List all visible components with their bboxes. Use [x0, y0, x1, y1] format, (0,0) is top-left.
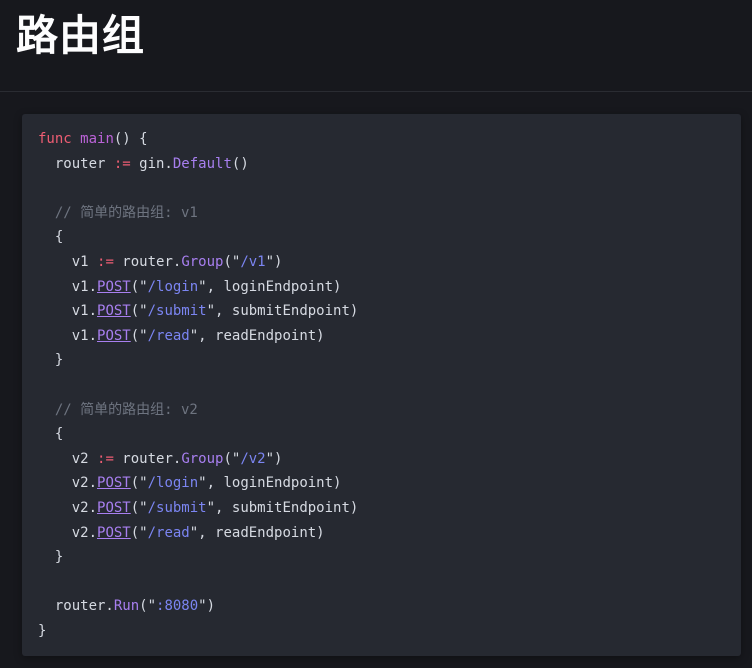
code-line: v1 := router.Group("/v1") [38, 250, 725, 275]
code-token: (" [139, 598, 156, 614]
code-line: } [38, 545, 725, 570]
code-token [38, 402, 55, 418]
code-block: func main() { router := gin.Default() //… [22, 114, 741, 656]
code-line: v1.POST("/read", readEndpoint) [38, 324, 725, 349]
docs-page: 路由组 func main() { router := gin.Default(… [0, 10, 752, 668]
code-token: router. [114, 254, 181, 270]
code-line: router := gin.Default() [38, 152, 725, 177]
code-token: := [97, 451, 114, 467]
code-token: (" [223, 254, 240, 270]
code-token: ") [266, 254, 283, 270]
code-token: { [38, 426, 63, 442]
code-token: POST [97, 279, 131, 295]
code-token: (" [131, 328, 148, 344]
code-token: v1. [38, 279, 97, 295]
code-token: v1. [38, 328, 97, 344]
code-token: router. [114, 451, 181, 467]
code-token: POST [97, 303, 131, 319]
code-token: /login [148, 475, 199, 491]
code-token: /submit [148, 303, 207, 319]
code-line: // 简单的路由组: v2 [38, 398, 725, 423]
code-token: ", submitEndpoint) [207, 500, 359, 516]
code-token: POST [97, 475, 131, 491]
code-token [72, 131, 80, 147]
code-token: v1. [38, 303, 97, 319]
code-token: gin. [131, 156, 173, 172]
code-token: POST [97, 525, 131, 541]
code-line: { [38, 422, 725, 447]
code-line: { [38, 225, 725, 250]
code-token: /v1 [240, 254, 265, 270]
code-token: } [38, 352, 63, 368]
code-line [38, 570, 725, 595]
page-title: 路由组 [16, 10, 736, 62]
code-line: v1.POST("/submit", submitEndpoint) [38, 299, 725, 324]
code-token: /read [148, 328, 190, 344]
code-token: main [80, 131, 114, 147]
code-token: ", loginEndpoint) [198, 475, 341, 491]
code-token: ", readEndpoint) [190, 328, 325, 344]
code-token: /login [148, 279, 199, 295]
section-divider [0, 91, 752, 92]
code-line: } [38, 348, 725, 373]
code-token: := [114, 156, 131, 172]
code-token: () { [114, 131, 148, 147]
code-token: (" [131, 475, 148, 491]
code-token: ", readEndpoint) [190, 525, 325, 541]
code-token: Run [114, 598, 139, 614]
code-line: func main() { [38, 127, 725, 152]
code-token: ", loginEndpoint) [198, 279, 341, 295]
code-line: v2 := router.Group("/v2") [38, 447, 725, 472]
code-token: // 简单的路由组: v1 [55, 205, 198, 221]
code-token: Default [173, 156, 232, 172]
code-token: // 简单的路由组: v2 [55, 402, 198, 418]
code-token: v2. [38, 525, 97, 541]
code-token: :8080 [156, 598, 198, 614]
code-token: v2 [38, 451, 97, 467]
code-line: } [38, 619, 725, 644]
code-token: /v2 [240, 451, 265, 467]
code-token: /submit [148, 500, 207, 516]
code-token: Group [181, 451, 223, 467]
code-token: ") [198, 598, 215, 614]
code-line: router.Run(":8080") [38, 594, 725, 619]
code-token: POST [97, 328, 131, 344]
code-token: := [97, 254, 114, 270]
code-token: POST [97, 500, 131, 516]
code-token: (" [131, 500, 148, 516]
code-line: v2.POST("/submit", submitEndpoint) [38, 496, 725, 521]
code-token: func [38, 131, 72, 147]
code-token: } [38, 623, 46, 639]
code-token: router [38, 156, 114, 172]
code-token: /read [148, 525, 190, 541]
code-token: Group [181, 254, 223, 270]
code-token: (" [223, 451, 240, 467]
code-line: v1.POST("/login", loginEndpoint) [38, 275, 725, 300]
code-token: router. [38, 598, 114, 614]
code-token: ") [266, 451, 283, 467]
code-line: // 简单的路由组: v1 [38, 201, 725, 226]
code-content[interactable]: func main() { router := gin.Default() //… [38, 127, 725, 643]
code-token: { [38, 229, 63, 245]
code-token: (" [131, 279, 148, 295]
code-token: (" [131, 525, 148, 541]
code-token: v1 [38, 254, 97, 270]
code-token: v2. [38, 500, 97, 516]
code-token: (" [131, 303, 148, 319]
code-token: v2. [38, 475, 97, 491]
code-line [38, 176, 725, 201]
code-token: } [38, 549, 63, 565]
code-token: ", submitEndpoint) [207, 303, 359, 319]
code-line [38, 373, 725, 398]
code-token [38, 205, 55, 221]
code-line: v2.POST("/login", loginEndpoint) [38, 471, 725, 496]
code-token: () [232, 156, 249, 172]
code-line: v2.POST("/read", readEndpoint) [38, 521, 725, 546]
